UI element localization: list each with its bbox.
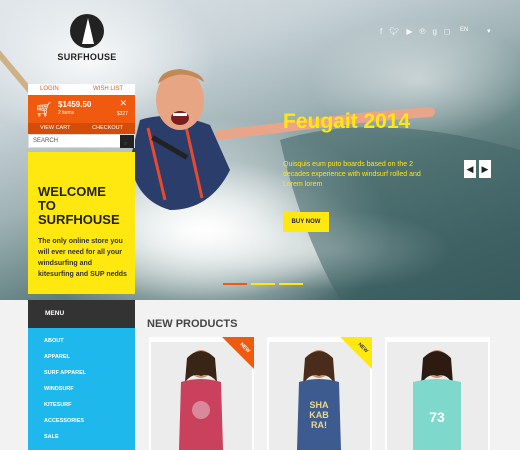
account-bar: LOGIN WISH LIST (28, 84, 135, 95)
search-button[interactable]: ⌕ (120, 135, 134, 148)
new-badge (222, 337, 254, 369)
new-products-title: NEW PRODUCTS (147, 318, 238, 330)
search-icon: ⌕ (124, 141, 128, 147)
menu-item-windsurf[interactable]: WINDSURF (44, 382, 135, 398)
product-card[interactable]: 73 (385, 337, 490, 450)
welcome-text: The only online store you will ever need… (38, 238, 127, 278)
menu-item-surf-apparel[interactable]: SURF APPAREL (44, 366, 135, 382)
welcome-title: WELCOME TO SURFHOUSE (38, 184, 120, 227)
wishlist-link[interactable]: WISH LIST (93, 84, 123, 95)
shopping-cart-icon: 🛒︎ (35, 101, 53, 117)
svg-text:SHA: SHA (309, 400, 329, 410)
social-links: f 🐦︎ ▶ ℗ g ◻ (380, 27, 451, 37)
buy-now-button[interactable]: BUY NOW (283, 212, 329, 232)
svg-text:KAB: KAB (309, 410, 329, 420)
cart-item-count: 2 items (58, 110, 75, 116)
instagram-icon[interactable]: ◻ (444, 27, 451, 37)
menu-item-accessories[interactable]: ACCESSORIES (44, 414, 135, 430)
welcome-box: WELCOME TO SURFHOUSE The only online sto… (28, 152, 135, 294)
login-link[interactable]: LOGIN (40, 84, 59, 95)
cart-total: $1459.50 (58, 100, 92, 109)
new-badge (340, 337, 372, 369)
slider-dot[interactable] (251, 283, 275, 285)
category-menu: MENU ABOUT APPAREL SURF APPAREL WINDSURF… (28, 300, 135, 450)
product-image: 73 (387, 342, 488, 450)
pinterest-icon[interactable]: ℗ (420, 27, 426, 37)
cart-actions: VIEW CART CHECKOUT (28, 123, 135, 134)
menu-item-about[interactable]: ABOUT (44, 334, 135, 350)
checkout-button[interactable]: CHECKOUT (92, 123, 123, 134)
slider-prev-button[interactable]: ◀ (464, 160, 476, 178)
svg-text:73: 73 (429, 409, 445, 425)
close-icon[interactable]: ✕ (119, 98, 127, 109)
menu-item-apparel[interactable]: APPAREL (44, 350, 135, 366)
cart-item-price: $327 (116, 111, 128, 117)
product-card[interactable]: NEW (149, 337, 254, 450)
slider-next-button[interactable]: ▶ (479, 160, 491, 178)
youtube-icon[interactable]: ▶ (406, 27, 412, 37)
slide-text: Quisquis eum puto boards based on the 2 … (283, 161, 421, 188)
svg-text:RA!: RA! (311, 420, 327, 430)
search-input[interactable]: SEARCH ⌕ (28, 134, 135, 148)
chevron-right-icon: ▶ (481, 164, 489, 174)
facebook-icon[interactable]: f (380, 27, 382, 37)
chevron-left-icon: ◀ (466, 164, 474, 174)
twitter-icon[interactable]: 🐦︎ (389, 27, 399, 37)
menu-title: MENU (28, 300, 135, 328)
view-cart-button[interactable]: VIEW CART (40, 123, 70, 134)
menu-item-sale[interactable]: SALE (44, 430, 135, 446)
brand-name: SURFHOUSE (57, 52, 117, 62)
site-logo[interactable]: SURFHOUSE (57, 14, 117, 64)
mini-cart[interactable]: 🛒︎ $1459.50 2 items ✕ $327 (28, 95, 135, 123)
language-selector[interactable]: EN (460, 27, 468, 33)
google-plus-icon[interactable]: g (432, 27, 436, 37)
slider-pagination (223, 283, 303, 285)
product-card[interactable]: SHA KAB RA! NEW (267, 337, 372, 450)
slider-dot[interactable] (279, 283, 303, 285)
search-placeholder: SEARCH (33, 138, 59, 144)
menu-item-kitesurf[interactable]: KITESURF (44, 398, 135, 414)
slide-title: Feugait 2014 (283, 110, 411, 133)
surfer-photo (130, 69, 435, 210)
sail-logo-icon (70, 14, 104, 48)
chevron-down-icon[interactable]: ▾ (487, 27, 491, 35)
slider-dot[interactable] (223, 283, 247, 285)
